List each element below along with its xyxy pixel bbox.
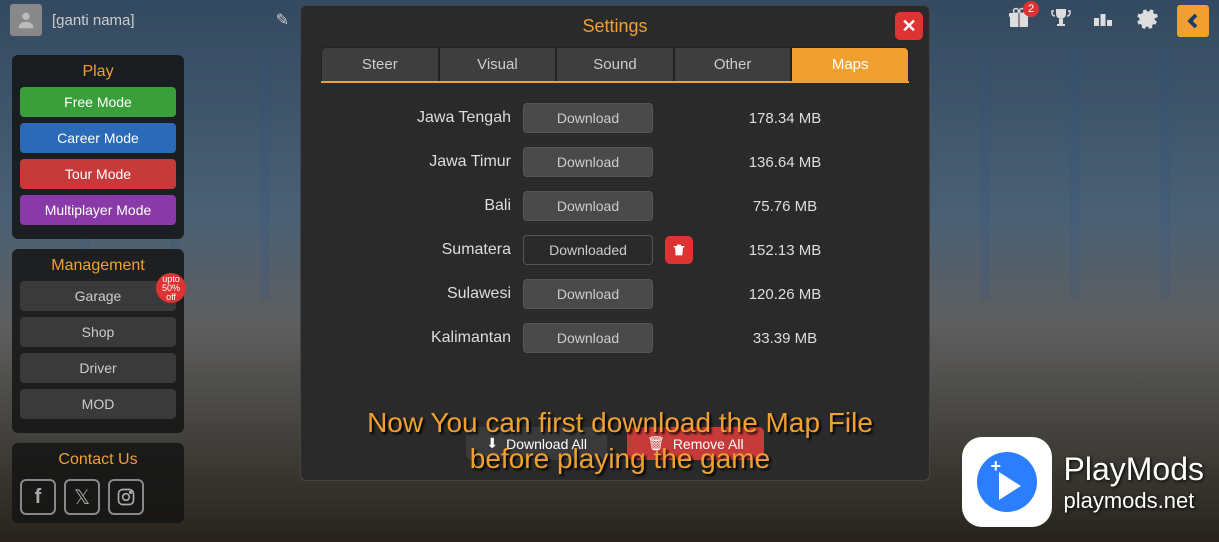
tour-mode-button[interactable]: Tour Mode (20, 159, 176, 189)
leaderboard-icon[interactable] (1091, 6, 1115, 36)
sidebar: Play Free Mode Career Mode Tour Mode Mul… (12, 55, 184, 533)
avatar[interactable] (10, 4, 42, 36)
download-button[interactable]: Download (523, 279, 653, 309)
map-name: Jawa Tengah (331, 109, 511, 127)
map-name: Jawa Timur (331, 153, 511, 171)
playmods-logo (962, 437, 1052, 527)
x-icon[interactable]: 𝕏 (64, 479, 100, 515)
gift-icon[interactable]: 2 (1007, 6, 1031, 36)
map-row: Kalimantan Download 33.39 MB (331, 323, 899, 353)
management-panel: Management Garage upto 50% off Shop Driv… (12, 249, 184, 433)
map-name: Sumatera (331, 241, 511, 259)
tab-sound[interactable]: Sound (556, 47, 674, 81)
back-button[interactable] (1177, 5, 1209, 37)
sale-badge: upto 50% off (156, 273, 186, 303)
free-mode-button[interactable]: Free Mode (20, 87, 176, 117)
download-button[interactable]: Download (523, 103, 653, 133)
download-button[interactable]: Downloaded (523, 235, 653, 265)
tab-visual[interactable]: Visual (439, 47, 557, 81)
facebook-icon[interactable]: f (20, 479, 56, 515)
shop-button[interactable]: Shop (20, 317, 176, 347)
map-list: Jawa Tengah Download 178.34 MB Jawa Timur Do… (301, 83, 929, 377)
garage-label: Garage (75, 288, 122, 304)
mod-button[interactable]: MOD (20, 389, 176, 419)
map-size: 152.13 MB (725, 242, 845, 259)
map-size: 178.34 MB (725, 110, 845, 127)
map-row: Jawa Timur Download 136.64 MB (331, 147, 899, 177)
tabs-row: Steer Visual Sound Other Maps (321, 47, 909, 83)
close-button[interactable]: ✕ (895, 12, 923, 40)
map-row: Sumatera Downloaded 152.13 MB (331, 235, 899, 265)
map-name: Bali (331, 197, 511, 215)
map-size: 75.76 MB (725, 198, 845, 215)
download-button[interactable]: Download (523, 147, 653, 177)
play-title: Play (20, 63, 176, 81)
instagram-icon[interactable] (108, 479, 144, 515)
tab-steer[interactable]: Steer (321, 47, 439, 81)
watermark: PlayMods playmods.net (962, 437, 1205, 527)
map-name: Kalimantan (331, 329, 511, 347)
contact-title: Contact Us (20, 451, 176, 469)
trophy-icon[interactable] (1049, 6, 1073, 36)
watermark-sub: playmods.net (1064, 488, 1205, 514)
download-button[interactable]: Download (523, 191, 653, 221)
management-title: Management (20, 257, 176, 275)
hint-text: Now You can first download the Map File … (340, 405, 900, 478)
garage-button[interactable]: Garage upto 50% off (20, 281, 176, 311)
map-row: Jawa Tengah Download 178.34 MB (331, 103, 899, 133)
watermark-title: PlayMods (1064, 451, 1205, 488)
tab-other[interactable]: Other (674, 47, 792, 81)
gift-badge: 2 (1023, 1, 1039, 17)
username-label[interactable]: [ganti nama] (52, 12, 135, 29)
modal-title: Settings (582, 16, 647, 36)
delete-button[interactable] (665, 236, 693, 264)
map-row: Sulawesi Download 120.26 MB (331, 279, 899, 309)
map-size: 136.64 MB (725, 154, 845, 171)
contact-panel: Contact Us f 𝕏 (12, 443, 184, 523)
edit-icon[interactable]: ✎ (276, 10, 289, 30)
driver-button[interactable]: Driver (20, 353, 176, 383)
gear-icon[interactable] (1133, 5, 1159, 37)
multiplayer-mode-button[interactable]: Multiplayer Mode (20, 195, 176, 225)
map-row: Bali Download 75.76 MB (331, 191, 899, 221)
play-panel: Play Free Mode Career Mode Tour Mode Mul… (12, 55, 184, 239)
map-size: 33.39 MB (725, 330, 845, 347)
download-button[interactable]: Download (523, 323, 653, 353)
tab-maps[interactable]: Maps (791, 47, 909, 81)
career-mode-button[interactable]: Career Mode (20, 123, 176, 153)
map-name: Sulawesi (331, 285, 511, 303)
map-size: 120.26 MB (725, 286, 845, 303)
